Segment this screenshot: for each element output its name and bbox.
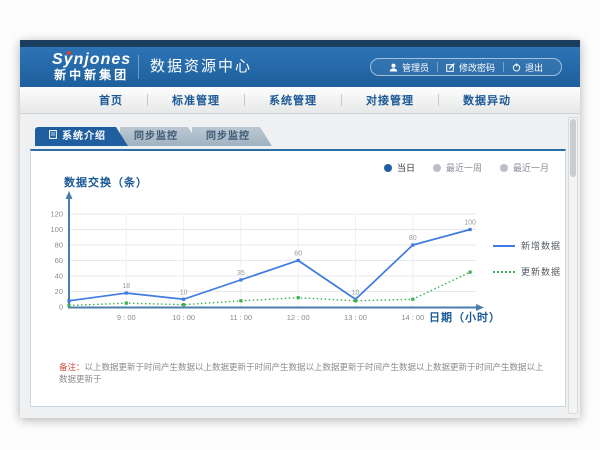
svg-text:80: 80 [55,241,63,250]
nav-item-home[interactable]: 首页 [75,92,147,108]
tab-bar: 系统介绍 同步监控 同步监控 [35,127,264,146]
page-title: 数据资源中心 [150,47,252,87]
user-menu: 管理员 修改密码 退出 [370,58,562,76]
legend-line-sample [493,271,515,273]
svg-text:60: 60 [294,251,302,258]
footnote-text: 以上数据更新于时间产生数据以上数据更新于时间产生数据以上数据更新于时间产生数据以… [59,362,544,384]
logo-red-dot [67,51,71,55]
app-window: Synjones 新中新集团 数据资源中心 管理员 修改密码 [20,40,580,418]
nav-item-data-changes[interactable]: 数据异动 [439,92,535,108]
radio-last-month[interactable]: 最近一月 [500,161,549,174]
radio-today[interactable]: 当日 [384,161,415,174]
chart-legend: 新增数据 更新数据 [493,239,561,278]
user-icon [389,63,398,72]
svg-text:13 : 00: 13 : 00 [344,313,367,322]
window-top-strip [20,40,580,47]
change-password-button[interactable]: 修改密码 [438,61,503,74]
svg-text:10: 10 [180,289,188,296]
footnote: 备注：以上数据更新于时间产生数据以上数据更新于时间产生数据以上数据更新于时间产生… [59,361,549,385]
power-icon [512,63,521,72]
svg-text:100: 100 [50,225,63,234]
logo-text-cn: 新中新集团 [52,68,131,82]
footnote-prefix: 备注： [59,362,85,372]
nav-item-standards[interactable]: 标准管理 [148,92,244,108]
svg-text:80: 80 [409,235,417,242]
legend-line-sample [493,245,515,247]
svg-text:120: 120 [50,210,63,219]
y-axis-title: 数据交换（条） [64,174,148,190]
svg-text:10: 10 [352,289,360,296]
radio-dot [433,164,441,172]
logo-text-en: Synjones [52,51,131,68]
document-icon [49,127,57,146]
scrollbar-thumb[interactable] [570,119,576,177]
tab-sync-monitor-2[interactable]: 同步监控 [192,127,272,146]
nav-item-integration[interactable]: 对接管理 [342,92,438,108]
main-nav: 首页 标准管理 系统管理 对接管理 数据异动 [20,87,580,114]
svg-text:0: 0 [59,303,63,312]
svg-text:40: 40 [55,272,63,281]
vertical-scrollbar[interactable] [568,117,578,414]
svg-text:35: 35 [237,270,245,277]
legend-item-updated-data: 更新数据 [493,265,561,278]
x-axis-title: 日期（小时） [429,309,501,325]
radio-dot [384,164,392,172]
legend-item-new-data: 新增数据 [493,239,561,252]
app-header: Synjones 新中新集团 数据资源中心 管理员 修改密码 [20,47,580,87]
admin-user-button[interactable]: 管理员 [381,61,437,74]
edit-icon [446,63,455,72]
svg-text:60: 60 [55,256,63,265]
tab-system-intro[interactable]: 系统介绍 [35,127,128,146]
content-area: 系统介绍 同步监控 同步监控 当日 最近一周 [20,115,580,418]
svg-text:14 : 00: 14 : 00 [401,313,424,322]
svg-text:18: 18 [122,283,130,290]
logout-button[interactable]: 退出 [504,61,551,74]
tab-sync-monitor-1[interactable]: 同步监控 [120,127,200,146]
header-divider [138,55,139,79]
nav-item-system[interactable]: 系统管理 [245,92,341,108]
svg-text:12 : 00: 12 : 00 [287,313,310,322]
chart-panel: 当日 最近一周 最近一月 数据交换（条） 日期（小时） 0 20 40 60 80 100… [30,149,566,407]
svg-text:10 : 00: 10 : 00 [172,313,195,322]
svg-text:9 : 00: 9 : 00 [117,313,136,322]
svg-text:11 : 00: 11 : 00 [230,313,252,322]
company-logo: Synjones 新中新集团 [52,51,131,82]
svg-text:100: 100 [464,220,476,227]
svg-text:20: 20 [55,287,63,296]
time-range-selector: 当日 最近一周 最近一月 [384,161,549,174]
radio-dot [500,164,508,172]
radio-last-week[interactable]: 最近一周 [433,161,482,174]
